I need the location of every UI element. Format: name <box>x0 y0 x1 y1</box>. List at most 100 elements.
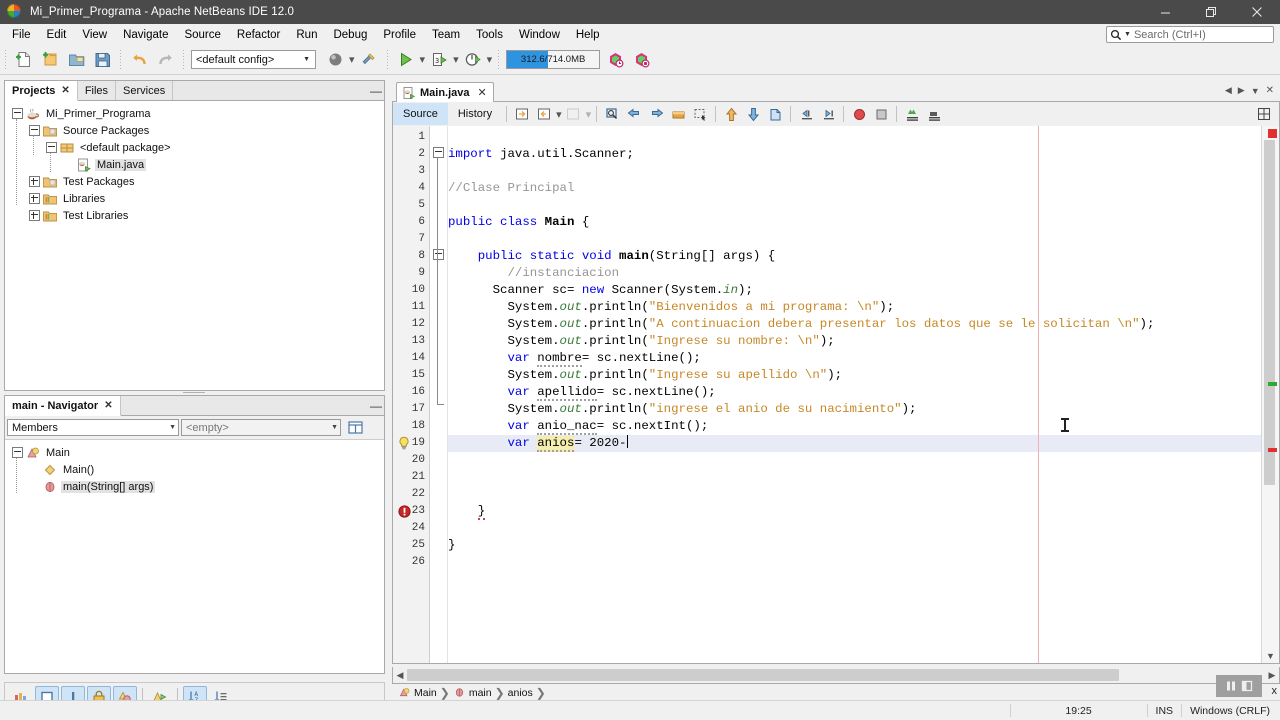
comment-icon[interactable] <box>901 104 923 125</box>
new-project-button[interactable] <box>37 48 63 72</box>
close-progress-icon[interactable]: x <box>1272 685 1278 697</box>
code-line[interactable] <box>448 129 1261 146</box>
tab-source[interactable]: Source <box>393 103 448 125</box>
back-icon[interactable] <box>533 104 555 125</box>
clean-and-build-button[interactable] <box>356 48 382 72</box>
maximize-button[interactable] <box>1188 0 1234 24</box>
horizontal-scrollbar[interactable]: ◀ ▶ <box>392 667 1280 684</box>
code-line[interactable]: System.out.println("A continuacion deber… <box>448 316 1261 333</box>
close-icon[interactable]: ✕ <box>104 400 112 411</box>
code-line[interactable]: public class Main { <box>448 214 1261 231</box>
chevron-down-icon[interactable]: ▾ <box>487 53 493 66</box>
code-line[interactable] <box>448 486 1261 503</box>
code-line[interactable] <box>448 554 1261 571</box>
breadcrumb-item-variable[interactable]: anios <box>508 687 533 699</box>
scrollbar-track[interactable] <box>1264 140 1275 649</box>
navigator-item-method[interactable]: main(String[] args) <box>5 478 384 495</box>
code-line[interactable]: Scanner sc= new Scanner(System.in); <box>448 282 1261 299</box>
status-line-ending[interactable]: Windows (CRLF) <box>1181 704 1280 717</box>
tree-item-test-packages[interactable]: Test Packages <box>5 173 384 190</box>
find-selection-icon[interactable] <box>601 104 623 125</box>
minimize-button[interactable] <box>1142 0 1188 24</box>
run-project-button[interactable] <box>393 48 419 72</box>
tab-list-icon[interactable]: ▼ <box>1249 86 1262 96</box>
expander-icon[interactable] <box>28 175 41 188</box>
menu-file[interactable]: File <box>4 27 39 43</box>
profile-project-button[interactable] <box>460 48 486 72</box>
code-line[interactable] <box>448 163 1261 180</box>
chevron-down-icon[interactable]: ▾ <box>556 108 562 121</box>
chevron-down-icon[interactable]: ▾ <box>349 53 355 66</box>
error-overview-bar[interactable]: ▲ ▼ <box>1261 126 1279 663</box>
line-number-gutter[interactable]: 1 2 3 4 5 6 7 8 9 10 11 12 13 14 15 16 17 18 19 20 21 22 23 24 2… <box>393 126 430 663</box>
navigator-item-class[interactable]: Main <box>5 444 384 461</box>
new-file-button[interactable] <box>11 48 37 72</box>
debug-project-button[interactable]: 3 <box>426 48 452 72</box>
tree-item-source-packages[interactable]: Source Packages <box>5 122 384 139</box>
code-line[interactable] <box>448 469 1261 486</box>
code-text[interactable]: import java.util.Scanner; //Clase Princip… <box>448 126 1261 663</box>
menu-navigate[interactable]: Navigate <box>115 27 176 43</box>
document-tab-main-java[interactable]: Main.java ✕ <box>396 82 494 102</box>
code-line[interactable]: System.out.println("Ingrese su apellido … <box>448 367 1261 384</box>
menu-help[interactable]: Help <box>568 27 608 43</box>
navigator-item-constructor[interactable]: Main() <box>5 461 384 478</box>
expander-icon[interactable] <box>28 192 41 205</box>
menu-view[interactable]: View <box>74 27 115 43</box>
stop-macro-recording-icon[interactable] <box>870 104 892 125</box>
tab-projects[interactable]: Projects ✕ <box>5 81 78 101</box>
minimize-panel-button[interactable]: — <box>368 396 384 415</box>
forward-icon[interactable] <box>563 104 585 125</box>
uncomment-icon[interactable] <box>923 104 945 125</box>
stop-build-icon[interactable] <box>628 48 654 72</box>
chevron-down-icon[interactable]: ▾ <box>453 53 459 66</box>
memory-gauge[interactable]: 312.6/714.0MB <box>506 50 601 69</box>
code-line[interactable]: System.out.println("Bienvenidos a mi pro… <box>448 299 1261 316</box>
previous-bookmark-icon[interactable] <box>623 104 645 125</box>
menu-profile[interactable]: Profile <box>375 27 424 43</box>
tab-history[interactable]: History <box>448 103 502 125</box>
error-line-marker[interactable] <box>1268 448 1277 452</box>
status-insert-mode[interactable]: INS <box>1146 704 1182 717</box>
fold-toggle-icon[interactable] <box>433 147 444 158</box>
menu-source[interactable]: Source <box>176 27 228 43</box>
redo-last-run-icon[interactable] <box>602 48 628 72</box>
redo-button[interactable] <box>152 48 178 72</box>
shift-left-icon[interactable] <box>795 104 817 125</box>
close-document-icon[interactable]: ✕ <box>1264 85 1276 96</box>
hint-bulb-icon[interactable] <box>397 436 411 450</box>
shift-right-icon[interactable] <box>817 104 839 125</box>
code-line[interactable]: //Clase Principal <box>448 180 1261 197</box>
project-config-select[interactable]: <default config> ▼ <box>191 50 316 69</box>
previous-error-icon[interactable] <box>720 104 742 125</box>
code-line[interactable] <box>448 197 1261 214</box>
menu-tools[interactable]: Tools <box>468 27 511 43</box>
code-line[interactable] <box>448 231 1261 248</box>
scroll-left-arrow[interactable]: ◀ <box>393 668 407 682</box>
navigator-scope-select[interactable]: Members ▼ <box>7 419 179 436</box>
next-bookmark-icon[interactable] <box>645 104 667 125</box>
menu-run[interactable]: Run <box>288 27 325 43</box>
scrollbar-thumb[interactable] <box>1264 140 1275 485</box>
progress-float-toolbar[interactable] <box>1216 675 1262 697</box>
close-icon[interactable]: ✕ <box>61 85 69 96</box>
navigator-view-icon[interactable] <box>343 417 367 439</box>
expander-icon[interactable] <box>28 124 41 137</box>
code-line[interactable]: } <box>448 503 1261 520</box>
tree-item-main-java[interactable]: Main.java <box>5 156 384 173</box>
close-document-icon[interactable]: ✕ <box>478 86 487 99</box>
code-line[interactable]: public static void main(String[] args) { <box>448 248 1261 265</box>
dock-icon[interactable] <box>1241 680 1253 692</box>
menu-team[interactable]: Team <box>424 27 468 43</box>
menu-refactor[interactable]: Refactor <box>229 27 288 43</box>
scroll-right-arrow[interactable]: ▶ <box>1265 668 1279 682</box>
search-input[interactable]: ▼ Search (Ctrl+I) <box>1106 26 1274 43</box>
menu-window[interactable]: Window <box>511 27 568 43</box>
navigator-filter-select[interactable]: <empty> ▼ <box>181 419 341 436</box>
code-line[interactable]: var anio_nac= sc.nextInt(); <box>448 418 1261 435</box>
minimize-panel-button[interactable]: — <box>368 81 384 100</box>
hscroll-thumb[interactable] <box>407 669 1119 681</box>
expander-icon[interactable] <box>11 107 24 120</box>
code-line[interactable]: } <box>448 537 1261 554</box>
fold-toggle-icon[interactable] <box>433 249 444 260</box>
